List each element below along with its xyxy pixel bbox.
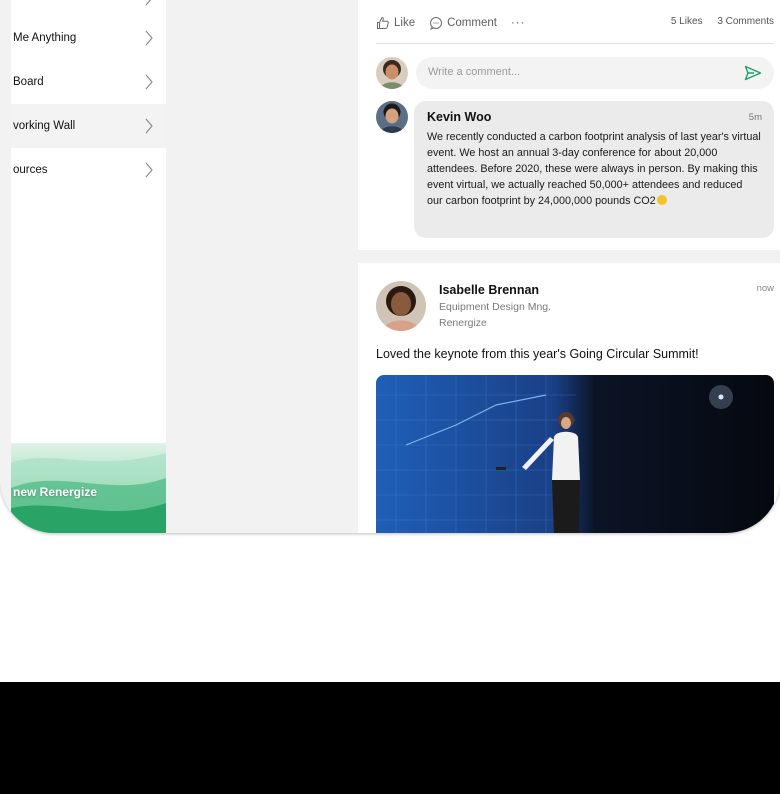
sidebar: Me Anything Board vorking Wall ources ne… (11, 0, 166, 533)
chevron-right-icon (145, 0, 152, 6)
app-frame: Me Anything Board vorking Wall ources ne… (0, 0, 780, 533)
post-author-org: Renergize (439, 317, 487, 329)
sidebar-item-board[interactable]: Board (11, 60, 166, 104)
chevron-right-icon (145, 118, 153, 134)
promo-banner[interactable]: new Renergize (11, 443, 166, 533)
avatar-image (376, 101, 408, 133)
like-label: Like (394, 17, 416, 29)
comment-bubble-icon (430, 17, 443, 30)
emoji-icon (656, 195, 667, 205)
sidebar-item-label: Board (13, 76, 44, 88)
send-icon[interactable] (744, 65, 762, 81)
sidebar-item-label: ources (13, 164, 48, 176)
comment-placeholder: Write a comment... (428, 66, 521, 78)
chevron-right-icon (145, 74, 153, 90)
post-photo[interactable] (376, 375, 774, 533)
keynote-speaker-image (376, 375, 774, 533)
comment-label: Comment (447, 17, 497, 29)
comments-count[interactable]: 3 Comments (717, 16, 774, 27)
chevron-right-icon (145, 30, 153, 46)
comment-button[interactable]: Comment (429, 16, 497, 30)
commenter-avatar (376, 101, 408, 133)
comment-input[interactable]: Write a comment... (416, 57, 774, 89)
post-card: Like Comment ··· 5 Likes 3 Comments Writ… (358, 0, 780, 250)
comment-bubble: Kevin Woo 5m We recently conducted a car… (414, 101, 774, 238)
more-icon: ··· (510, 17, 526, 29)
comment-text-wrap: We recently conducted a carbon footprint… (427, 129, 761, 209)
sidebar-item-label: vorking Wall (13, 120, 76, 132)
chevron-right-icon (145, 162, 153, 178)
sidebar-item-label: Me Anything (13, 32, 77, 44)
post-counts: 5 Likes 3 Comments (659, 16, 774, 27)
sidebar-item-resources[interactable]: ources (11, 148, 166, 192)
comment-time: 5m (748, 112, 762, 123)
post-card: Isabelle Brennan Equipment Design Mng. R… (358, 263, 780, 533)
post-time: now (756, 283, 774, 294)
sidebar-item-networking-wall[interactable]: vorking Wall (11, 104, 166, 148)
avatar-image (376, 281, 426, 331)
divider (376, 43, 774, 44)
more-options-button[interactable]: ··· (511, 17, 526, 29)
post-actions: Like Comment ··· (376, 14, 539, 32)
post-author-role: Equipment Design Mng. (439, 301, 552, 313)
likes-count[interactable]: 5 Likes (671, 16, 703, 27)
post-text: Loved the keynote from this year's Going… (376, 347, 699, 361)
author-avatar[interactable] (376, 281, 426, 331)
comment-text: We recently conducted a carbon footprint… (427, 131, 761, 207)
sidebar-item-ask-me-anything[interactable]: Me Anything (11, 16, 166, 60)
bottom-bar (0, 682, 780, 794)
like-button[interactable]: Like (376, 16, 415, 30)
current-user-avatar (376, 57, 408, 89)
avatar-image (376, 57, 408, 89)
post-author[interactable]: Isabelle Brennan (439, 283, 539, 297)
promo-label: new Renergize (13, 485, 98, 499)
comment-author[interactable]: Kevin Woo (427, 110, 761, 124)
thumbs-up-icon (377, 16, 389, 29)
left-edge (0, 0, 11, 533)
content-gutter (166, 0, 358, 533)
